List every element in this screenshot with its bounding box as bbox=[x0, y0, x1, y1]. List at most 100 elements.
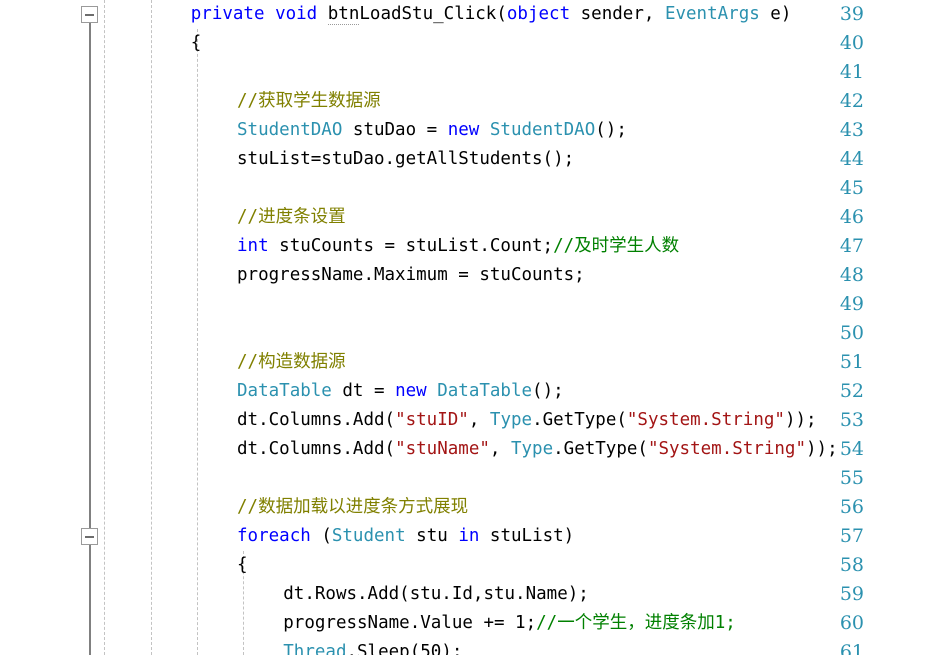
collapse-toggle-icon[interactable] bbox=[81, 6, 98, 23]
code-token-cmt-olive: //获取学生数据源 bbox=[237, 91, 381, 111]
code-token-str: "System.String" bbox=[626, 410, 785, 430]
line-number: 47 bbox=[839, 235, 864, 257]
code-token-str: "stuID" bbox=[395, 410, 469, 430]
code-token-type: Type bbox=[510, 439, 554, 459]
code-token-kw: private bbox=[190, 4, 265, 24]
code-token-plain: ( bbox=[310, 526, 332, 546]
indent-guide bbox=[104, 0, 106, 655]
line-number: 51 bbox=[839, 351, 864, 373]
code-token-kw: foreach bbox=[237, 526, 311, 546]
line-number: 44 bbox=[839, 148, 864, 170]
line-number-gutter bbox=[0, 0, 89, 655]
line-number: 55 bbox=[839, 467, 864, 489]
line-number: 42 bbox=[839, 90, 864, 112]
code-line[interactable]: //进度条设置 bbox=[237, 203, 346, 232]
code-token-type: Thread bbox=[283, 642, 347, 655]
collapse-toggle-icon[interactable] bbox=[81, 528, 98, 545]
code-token-cmt-olive: //数据加载以进度条方式展现 bbox=[237, 497, 469, 517]
code-line[interactable]: //数据加载以进度条方式展现 bbox=[237, 493, 468, 522]
code-token-plain: (); bbox=[595, 120, 627, 140]
code-token-plain: .GetType( bbox=[532, 410, 627, 430]
code-token-kw: in bbox=[458, 526, 480, 546]
code-token-plain: dt.Columns.Add( bbox=[237, 439, 396, 459]
code-token-type: Type bbox=[489, 410, 533, 430]
code-token-plain: stuList) bbox=[479, 526, 575, 546]
code-token-plain: .Sleep(50); bbox=[346, 642, 463, 655]
line-number: 59 bbox=[839, 583, 864, 605]
code-token-plain: dt = bbox=[331, 381, 396, 401]
line-number: 39 bbox=[839, 3, 864, 25]
code-token-plain: dt.Rows.Add(stu.Id,stu.Name); bbox=[283, 584, 589, 604]
line-number: 56 bbox=[839, 496, 864, 518]
code-line[interactable]: Thread.Sleep(50); bbox=[283, 638, 462, 655]
code-line[interactable]: dt.Rows.Add(stu.Id,stu.Name); bbox=[283, 580, 589, 609]
code-token-smart: btn bbox=[327, 4, 360, 25]
code-token-plain: )); bbox=[806, 439, 838, 459]
code-line[interactable]: dt.Columns.Add("stuID", Type.GetType("Sy… bbox=[237, 406, 817, 435]
code-line[interactable]: //构造数据源 bbox=[237, 348, 346, 377]
code-token-plain: , bbox=[468, 410, 490, 430]
code-token-plain: , bbox=[489, 439, 511, 459]
line-number: 41 bbox=[839, 61, 864, 83]
code-token-type: Student bbox=[331, 526, 406, 546]
code-token-plain: stuDao = bbox=[342, 120, 448, 140]
code-token-kw: int bbox=[237, 236, 269, 256]
line-number: 45 bbox=[839, 177, 864, 199]
code-token-type: DataTable bbox=[437, 381, 533, 401]
code-token-plain: LoadStu_Click( bbox=[359, 4, 507, 24]
code-token-type: DataTable bbox=[237, 381, 332, 401]
code-line[interactable]: stuList=stuDao.getAllStudents(); bbox=[237, 145, 574, 174]
code-token-cmt-olive: //构造数据源 bbox=[237, 352, 346, 372]
indent-guide bbox=[197, 29, 199, 655]
code-token-type: StudentDAO bbox=[237, 120, 343, 140]
code-token-plain: dt.Columns.Add( bbox=[237, 410, 396, 430]
line-number: 60 bbox=[839, 612, 864, 634]
code-token-plain: (); bbox=[532, 381, 564, 401]
code-token-plain: progressName.Value += 1; bbox=[283, 613, 537, 633]
code-token-plain: stu bbox=[405, 526, 459, 546]
code-token-kw: object bbox=[506, 4, 571, 24]
code-token-plain: stuList=stuDao.getAllStudents(); bbox=[237, 149, 575, 169]
code-token-plain: { bbox=[190, 33, 202, 53]
code-token-plain: sender, bbox=[570, 4, 665, 24]
line-number: 46 bbox=[839, 206, 864, 228]
code-token-plain: e) bbox=[759, 4, 792, 24]
code-line[interactable]: progressName.Value += 1;//一个学生，进度条加1; bbox=[283, 609, 736, 638]
code-line[interactable]: { bbox=[237, 551, 248, 580]
code-token-plain: stuCounts = stuList.Count; bbox=[268, 236, 554, 256]
code-editor[interactable]: 39 40 41 42 43 44 45 46 47 48 49 50 51 52 53 54 55 56 57 58… bbox=[0, 0, 927, 655]
code-token-plain: { bbox=[237, 555, 248, 575]
code-line[interactable]: progressName.Maximum = stuCounts; bbox=[237, 261, 585, 290]
code-line[interactable]: int stuCounts = stuList.Count;//及时学生人数 bbox=[237, 232, 679, 261]
code-token-kw: new bbox=[395, 381, 427, 401]
code-token-plain: .GetType( bbox=[553, 439, 648, 459]
code-line[interactable]: DataTable dt = new DataTable(); bbox=[237, 377, 564, 406]
code-token-kw: new bbox=[447, 120, 480, 140]
indent-guide bbox=[151, 0, 153, 655]
code-line[interactable]: //获取学生数据源 bbox=[237, 87, 381, 116]
line-number: 57 bbox=[839, 525, 864, 547]
code-token-cmt: //一个学生，进度条加1; bbox=[536, 613, 736, 633]
line-number: 61 bbox=[839, 641, 864, 655]
code-line[interactable]: dt.Columns.Add("stuName", Type.GetType("… bbox=[237, 435, 838, 464]
line-number: 40 bbox=[839, 32, 864, 54]
code-line[interactable]: private void btnLoadStu_Click(object sen… bbox=[190, 0, 792, 29]
line-number: 52 bbox=[839, 380, 864, 402]
line-number: 49 bbox=[839, 293, 864, 315]
code-token-cmt: //及时学生人数 bbox=[553, 236, 680, 256]
line-number: 43 bbox=[839, 119, 864, 141]
code-token-kw: void bbox=[275, 4, 318, 24]
code-line[interactable]: StudentDAO stuDao = new StudentDAO(); bbox=[237, 116, 627, 145]
line-number: 50 bbox=[839, 322, 864, 344]
line-number: 48 bbox=[839, 264, 864, 286]
outlining-bar bbox=[89, 17, 91, 655]
code-token-str: "System.String" bbox=[647, 439, 806, 459]
code-line[interactable]: foreach (Student stu in stuList) bbox=[237, 522, 574, 551]
line-number: 58 bbox=[839, 554, 864, 576]
code-token-plain: progressName.Maximum = stuCounts; bbox=[237, 265, 585, 285]
code-line[interactable]: { bbox=[191, 29, 202, 58]
